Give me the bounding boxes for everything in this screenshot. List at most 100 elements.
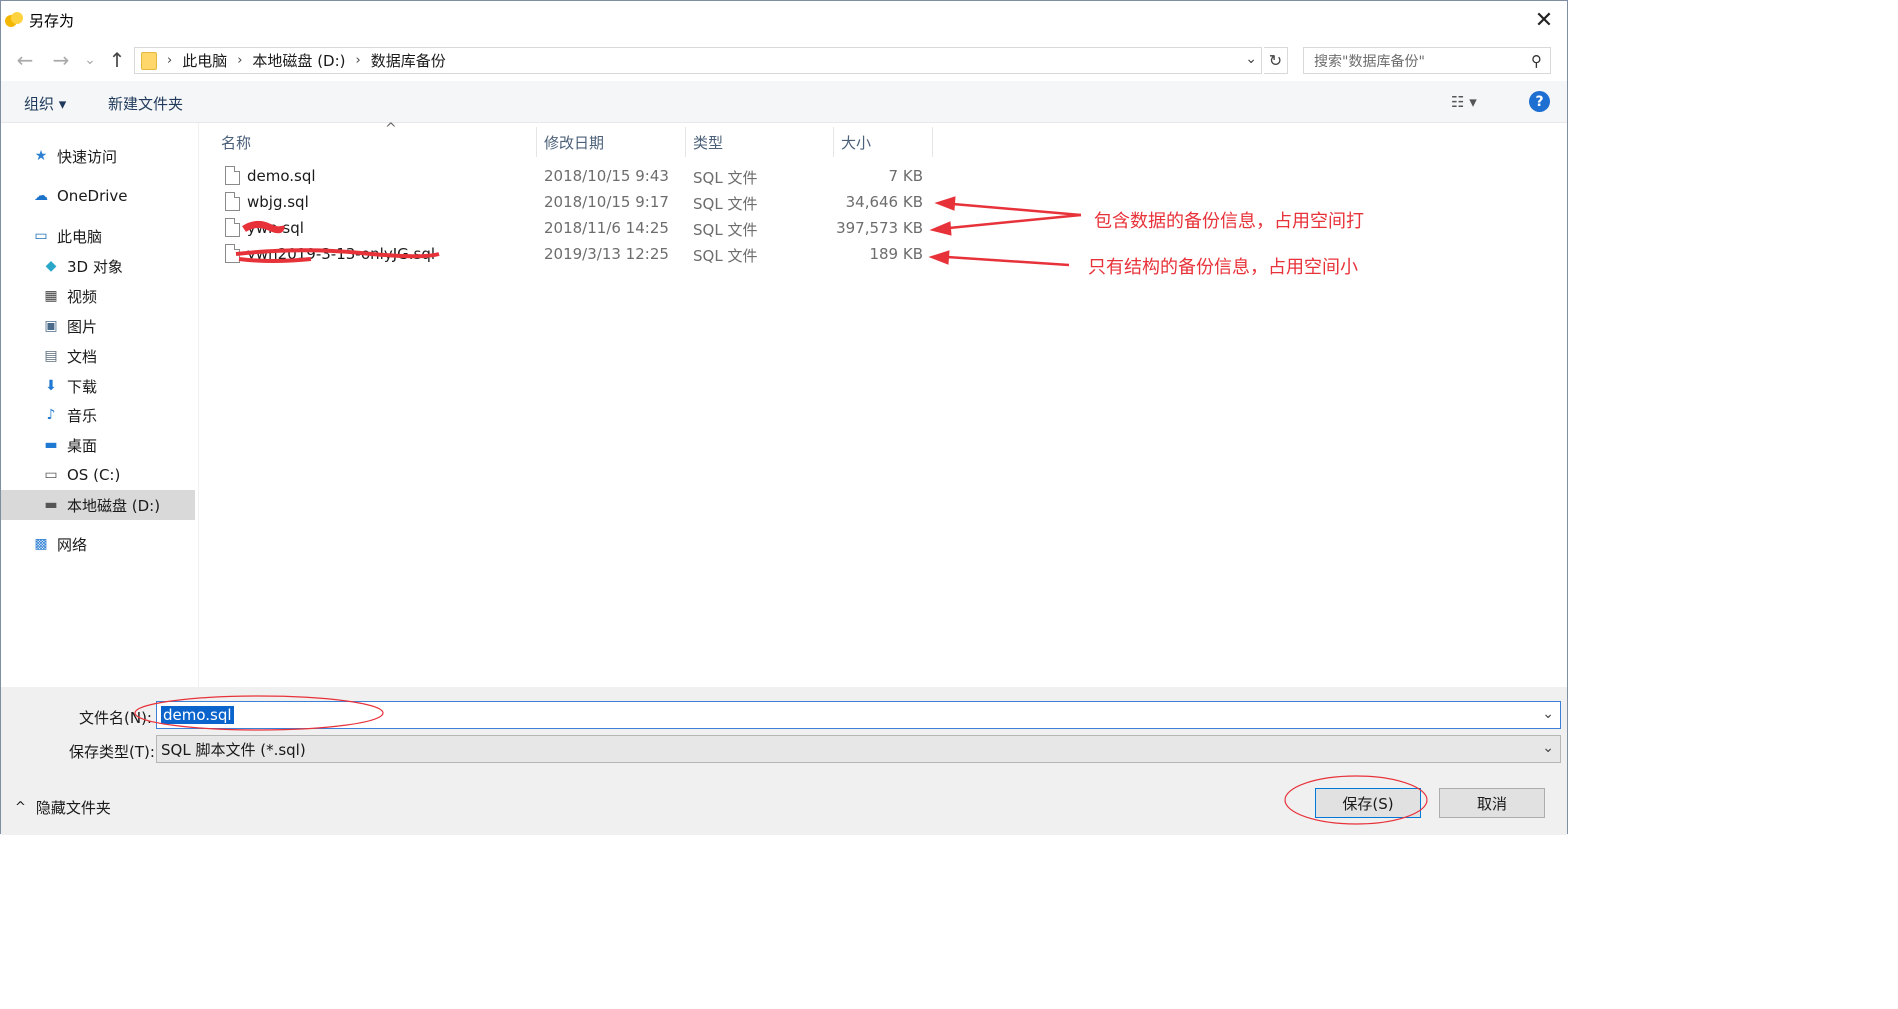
save-button[interactable]: 保存(S) (1315, 788, 1421, 818)
help-button[interactable]: ? (1529, 91, 1550, 112)
search-icon[interactable]: ⚲ (1531, 52, 1542, 70)
arrow-right-icon: → (52, 48, 70, 72)
column-header-label: 修改日期 (544, 133, 605, 152)
sidebar-item-documents[interactable]: ▤ 文档 (41, 341, 97, 371)
sidebar-item-network[interactable]: ▩ 网络 (31, 529, 87, 559)
up-button[interactable]: ↑ (105, 48, 129, 72)
breadcrumb-this-pc[interactable]: 此电脑 (182, 50, 227, 71)
file-size: 34,646 KB (845, 193, 923, 211)
column-header-size[interactable]: 大小 (835, 127, 933, 157)
refresh-button[interactable]: ↻ (1264, 47, 1288, 74)
cube-icon: ◆ (45, 258, 57, 274)
hide-folders-toggle[interactable]: ^ 隐藏文件夹 (15, 797, 111, 818)
view-options-button[interactable]: ☷ ▾ (1451, 93, 1477, 111)
sidebar-item-drive-c[interactable]: ▭ OS (C:) (41, 460, 120, 490)
sidebar-item-label: 桌面 (67, 436, 98, 455)
sidebar-item-quick-access[interactable]: ★ 快速访问 (31, 141, 117, 171)
back-button[interactable]: ← (13, 48, 37, 72)
address-dropdown-icon[interactable]: ⌄ (1245, 51, 1257, 67)
column-header-name[interactable]: 名称 ^ (215, 121, 537, 157)
column-header-label: 名称 (221, 133, 252, 152)
navigation-pane: ★ 快速访问 ☁ OneDrive ▭ 此电脑 ◆ 3D 对象 ▦ 视频 ▣ 图… (1, 123, 199, 687)
annotation-small-backup: 只有结构的备份信息，占用空间小 (1088, 257, 1358, 278)
file-name: ywn.sql (247, 219, 304, 237)
breadcrumb-separator: › (167, 53, 173, 68)
file-row[interactable]: ywn2019-3-13-onlyJG.sql 2019/3/13 12:25 … (199, 241, 939, 267)
filetype-label: 保存类型(T): (69, 743, 155, 761)
file-modified: 2018/11/6 14:25 (544, 219, 669, 237)
sort-ascending-icon: ^ (385, 121, 397, 137)
file-list-pane: 名称 ^ 修改日期 类型 大小 demo.sql 2018/10/15 9:43… (199, 121, 1569, 687)
sidebar-item-pictures[interactable]: ▣ 图片 (41, 311, 97, 341)
refresh-icon: ↻ (1268, 51, 1283, 70)
search-placeholder: 搜索"数据库备份" (1314, 53, 1425, 70)
sidebar-item-music[interactable]: ♪ 音乐 (41, 400, 97, 430)
navigation-bar: ← → ⌄ ↑ › 此电脑 › 本地磁盘 (D:) › 数据库备份 ⌄ ↻ 搜索… (1, 39, 1567, 81)
file-type: SQL 文件 (693, 221, 758, 239)
sidebar-item-label: 文档 (67, 347, 98, 366)
column-header-modified[interactable]: 修改日期 (538, 127, 686, 157)
file-row[interactable]: ywn.sql 2018/11/6 14:25 SQL 文件 397,573 K… (199, 215, 939, 241)
app-icon (5, 12, 23, 27)
sidebar-item-label: 音乐 (67, 406, 98, 425)
chevron-down-icon[interactable]: ⌄ (1542, 706, 1554, 722)
forward-button[interactable]: → (49, 48, 73, 72)
search-input[interactable]: 搜索"数据库备份" ⚲ (1303, 47, 1551, 74)
breadcrumb-separator[interactable]: › (237, 53, 242, 68)
filename-field[interactable]: demo.sql ⌄ (156, 701, 1561, 729)
new-folder-button[interactable]: 新建文件夹 (108, 93, 183, 114)
close-button[interactable]: ✕ (1521, 1, 1567, 39)
document-icon: ▤ (44, 348, 58, 364)
sidebar-item-downloads[interactable]: ⬇ 下载 (41, 371, 97, 401)
breadcrumb-drive-d[interactable]: 本地磁盘 (D:) (252, 50, 345, 71)
sidebar-item-desktop[interactable]: ▬ 桌面 (41, 430, 97, 460)
sql-file-icon (225, 244, 240, 263)
chevron-up-icon: ^ (15, 800, 26, 815)
hide-folders-label: 隐藏文件夹 (35, 799, 111, 817)
sidebar-item-label: 快速访问 (57, 147, 118, 166)
help-icon: ? (1535, 93, 1544, 110)
sidebar-item-label: 视频 (67, 287, 98, 306)
sidebar-item-drive-d[interactable]: ▬ 本地磁盘 (D:) (1, 490, 195, 520)
chevron-down-icon[interactable]: ⌄ (1542, 740, 1554, 756)
star-icon: ★ (34, 148, 48, 164)
filetype-select[interactable]: SQL 脚本文件 (*.sql) ⌄ (156, 735, 1561, 763)
column-header-label: 类型 (693, 133, 724, 152)
sidebar-item-this-pc[interactable]: ▭ 此电脑 (31, 221, 102, 251)
annotation-large-backup: 包含数据的备份信息，占用空间打 (1094, 211, 1364, 232)
file-row[interactable]: demo.sql 2018/10/15 9:43 SQL 文件 7 KB (199, 163, 939, 189)
sql-file-icon (225, 192, 240, 211)
sidebar-item-label: OS (C:) (67, 466, 121, 484)
sidebar-item-onedrive[interactable]: ☁ OneDrive (31, 181, 128, 211)
breadcrumb-current-folder[interactable]: 数据库备份 (371, 50, 446, 71)
cancel-button[interactable]: 取消 (1439, 788, 1545, 818)
file-size: 189 KB (869, 245, 923, 263)
drive-c-icon: ▭ (44, 467, 58, 483)
breadcrumb-separator[interactable]: › (356, 53, 361, 68)
sidebar-item-videos[interactable]: ▦ 视频 (41, 281, 97, 311)
file-modified: 2018/10/15 9:17 (544, 193, 669, 211)
recent-locations-button[interactable]: ⌄ (81, 49, 99, 71)
sidebar-item-label: 下载 (67, 377, 98, 396)
filename-value[interactable]: demo.sql (161, 706, 234, 724)
close-icon: ✕ (1534, 7, 1554, 33)
file-size: 397,573 KB (836, 219, 923, 237)
file-type: SQL 文件 (693, 195, 758, 213)
file-modified: 2018/10/15 9:43 (544, 167, 669, 185)
file-name: wbjg.sql (247, 193, 309, 211)
file-name: demo.sql (247, 167, 316, 185)
sidebar-item-label: 本地磁盘 (D:) (67, 496, 161, 515)
save-as-dialog: 另存为 ✕ ← → ⌄ ↑ › 此电脑 › 本地磁盘 (D:) › 数据库备份 … (0, 0, 1569, 835)
arrow-left-icon: ← (16, 48, 34, 72)
file-modified: 2019/3/13 12:25 (544, 245, 669, 263)
file-row[interactable]: wbjg.sql 2018/10/15 9:17 SQL 文件 34,646 K… (199, 189, 939, 215)
column-header-label: 大小 (841, 133, 872, 152)
chevron-down-icon: ⌄ (84, 52, 96, 68)
sidebar-item-label: 此电脑 (57, 227, 103, 246)
film-icon: ▦ (44, 288, 58, 304)
address-bar[interactable]: › 此电脑 › 本地磁盘 (D:) › 数据库备份 ⌄ (134, 47, 1262, 74)
organize-button[interactable]: 组织 ▾ (24, 93, 66, 114)
sidebar-item-3d-objects[interactable]: ◆ 3D 对象 (41, 251, 123, 281)
music-icon: ♪ (46, 407, 56, 423)
column-header-type[interactable]: 类型 (687, 127, 834, 157)
